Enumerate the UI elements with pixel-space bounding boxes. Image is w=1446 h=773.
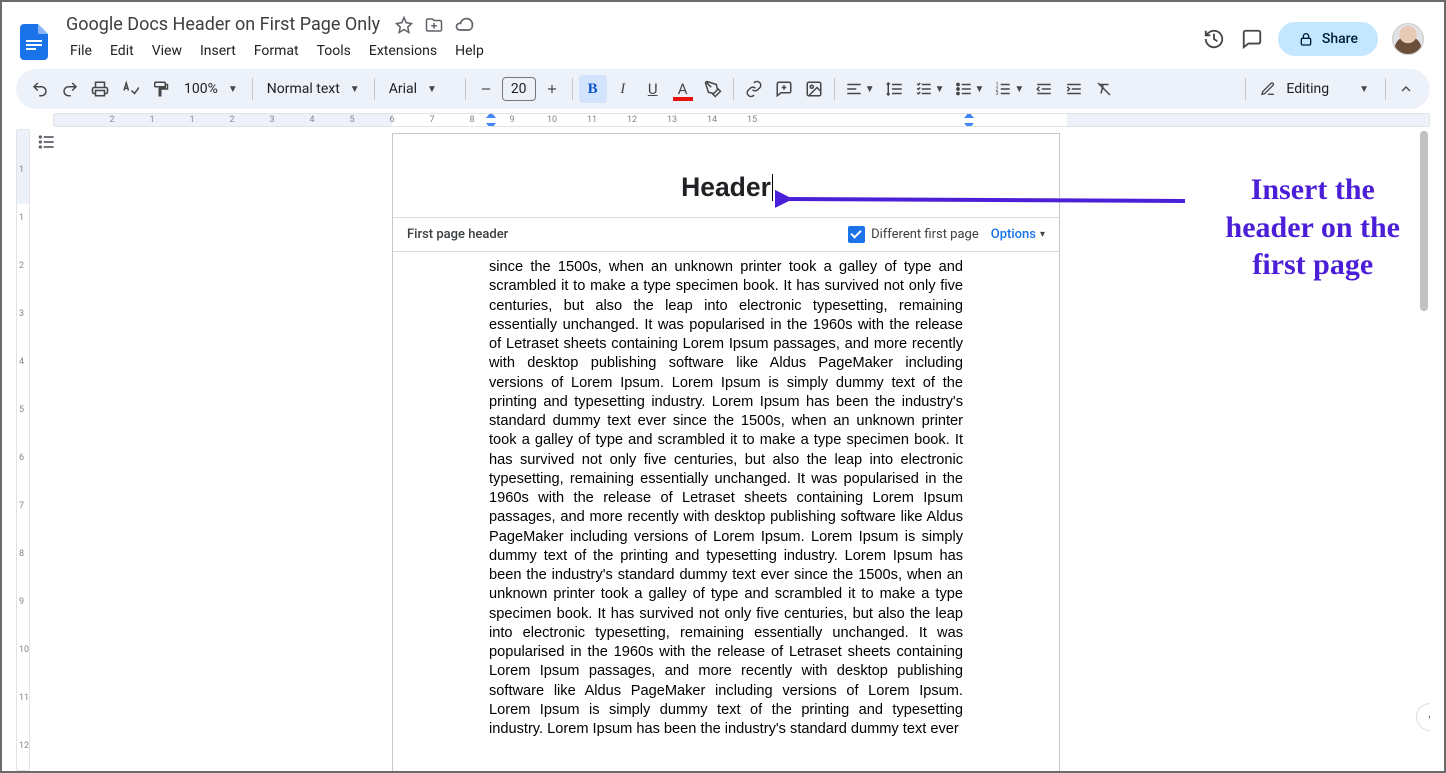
header-text[interactable]: Header xyxy=(681,172,771,203)
decrease-indent-button[interactable] xyxy=(1030,75,1058,103)
menu-bar: FileEditViewInsertFormatToolsExtensionsH… xyxy=(62,37,1192,69)
spellcheck-button[interactable] xyxy=(116,75,144,103)
vertical-scrollbar[interactable] xyxy=(1418,129,1430,771)
decrease-font-size-button[interactable] xyxy=(472,75,500,103)
toolbar: 100%▼ Normal text▼ Arial▼ 20 B I U A ▼ ▼… xyxy=(16,69,1430,109)
italic-button[interactable]: I xyxy=(609,75,637,103)
menu-insert[interactable]: Insert xyxy=(192,39,244,63)
page-body-text[interactable]: since the 1500s, when an unknown printer… xyxy=(393,252,1059,759)
comments-icon[interactable] xyxy=(1240,27,1264,51)
menu-edit[interactable]: Edit xyxy=(102,39,142,63)
menu-extensions[interactable]: Extensions xyxy=(361,39,445,63)
star-icon[interactable] xyxy=(394,15,414,35)
line-spacing-button[interactable] xyxy=(881,75,909,103)
pencil-icon xyxy=(1260,81,1276,97)
move-icon[interactable] xyxy=(424,15,444,35)
caret-down-icon: ▾ xyxy=(1040,229,1045,240)
separator xyxy=(252,78,253,100)
insert-image-button[interactable] xyxy=(800,75,828,103)
separator xyxy=(465,78,466,100)
insert-link-button[interactable] xyxy=(740,75,768,103)
underline-button[interactable]: U xyxy=(639,75,667,103)
separator xyxy=(1245,78,1246,100)
zoom-select[interactable]: 100%▼ xyxy=(176,75,246,103)
caret-down-icon: ▼ xyxy=(228,84,238,95)
increase-font-size-button[interactable] xyxy=(538,75,566,103)
caret-down-icon: ▼ xyxy=(975,84,985,95)
right-indent-marker-top[interactable] xyxy=(964,113,974,118)
separator xyxy=(572,78,573,100)
numbered-list-button[interactable]: 123▼ xyxy=(990,75,1028,103)
docs-logo[interactable] xyxy=(16,24,52,60)
document-title[interactable]: Google Docs Header on First Page Only xyxy=(62,12,384,37)
menu-tools[interactable]: Tools xyxy=(309,39,359,63)
separator xyxy=(733,78,734,100)
redo-button[interactable] xyxy=(56,75,84,103)
header-options-dropdown[interactable]: Options ▾ xyxy=(991,227,1045,242)
menu-help[interactable]: Help xyxy=(447,39,492,63)
print-button[interactable] xyxy=(86,75,114,103)
align-button[interactable]: ▼ xyxy=(841,75,879,103)
annotation-text: Insert the header on the first page xyxy=(1226,171,1400,284)
add-comment-button[interactable] xyxy=(770,75,798,103)
checklist-button[interactable]: ▼ xyxy=(911,75,949,103)
menu-file[interactable]: File xyxy=(62,39,100,63)
separator xyxy=(834,78,835,100)
different-first-page-checkbox[interactable]: Different first page xyxy=(848,226,979,243)
text-color-button[interactable]: A xyxy=(669,75,697,103)
document-canvas[interactable]: Header First page header Different first… xyxy=(53,129,1430,771)
menu-format[interactable]: Format xyxy=(246,39,307,63)
lock-icon xyxy=(1298,31,1314,47)
caret-down-icon: ▼ xyxy=(935,84,945,95)
scrollbar-thumb[interactable] xyxy=(1420,131,1428,311)
left-indent-marker[interactable] xyxy=(486,123,496,127)
caret-down-icon: ▼ xyxy=(1014,84,1024,95)
right-indent-marker[interactable] xyxy=(964,123,974,127)
caret-down-icon: ▼ xyxy=(865,84,875,95)
page: Header First page header Different first… xyxy=(392,133,1060,771)
horizontal-ruler[interactable]: 21123456789101112131415 xyxy=(16,113,1430,129)
title-bar: Google Docs Header on First Page Only Fi… xyxy=(2,2,1444,69)
workspace: 112345678910111213 Header First page hea… xyxy=(16,129,1430,771)
svg-text:3: 3 xyxy=(996,91,999,97)
clear-formatting-button[interactable] xyxy=(1090,75,1118,103)
caret-down-icon: ▼ xyxy=(427,84,437,95)
header-options-bar: First page header Different first page O… xyxy=(393,217,1059,252)
history-icon[interactable] xyxy=(1202,27,1226,51)
header-bar-label: First page header xyxy=(407,227,508,242)
separator xyxy=(374,78,375,100)
vertical-ruler[interactable]: 112345678910111213 xyxy=(16,129,30,771)
separator xyxy=(1385,78,1386,100)
undo-button[interactable] xyxy=(26,75,54,103)
share-button[interactable]: Share xyxy=(1278,22,1378,56)
checkbox-checked-icon xyxy=(848,226,865,243)
page-header-area[interactable]: Header xyxy=(393,134,1059,217)
paragraph-style-select[interactable]: Normal text▼ xyxy=(259,75,368,103)
first-line-indent-marker[interactable] xyxy=(486,113,496,118)
cloud-status-icon[interactable] xyxy=(454,15,474,35)
highlight-color-button[interactable] xyxy=(699,75,727,103)
font-select[interactable]: Arial▼ xyxy=(381,75,459,103)
increase-indent-button[interactable] xyxy=(1060,75,1088,103)
font-size-input[interactable]: 20 xyxy=(502,77,536,101)
hide-menus-button[interactable] xyxy=(1392,75,1420,103)
caret-down-icon: ▼ xyxy=(350,84,360,95)
caret-down-icon: ▼ xyxy=(1359,84,1369,95)
share-label: Share xyxy=(1322,31,1358,47)
paint-format-button[interactable] xyxy=(146,75,174,103)
bulleted-list-button[interactable]: ▼ xyxy=(951,75,989,103)
editing-mode-select[interactable]: Editing ▼ xyxy=(1252,77,1379,101)
menu-view[interactable]: View xyxy=(144,39,190,63)
account-avatar[interactable] xyxy=(1392,23,1424,55)
bold-button[interactable]: B xyxy=(579,75,607,103)
